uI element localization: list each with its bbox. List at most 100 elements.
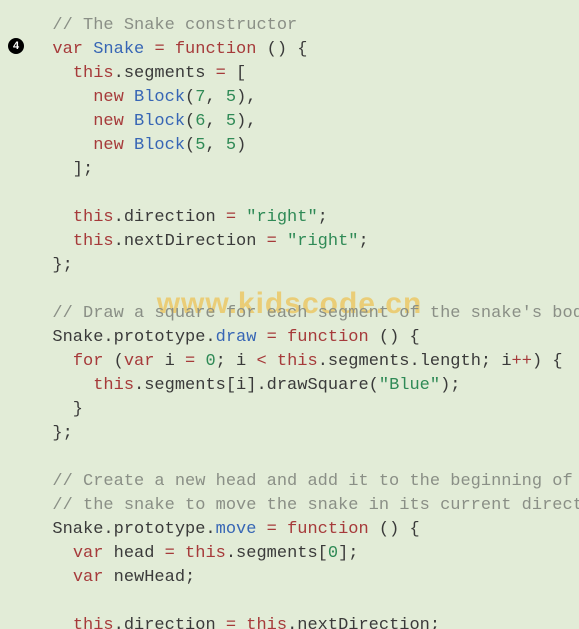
token-punct: ;	[318, 208, 328, 227]
token-punct: };	[32, 424, 73, 443]
token-ident	[267, 352, 277, 371]
token-ident	[124, 136, 134, 155]
token-num: 5	[226, 136, 236, 155]
token-ident	[32, 376, 93, 395]
token-ident	[277, 520, 287, 539]
token-type: Snake	[93, 40, 144, 59]
token-punct: }	[32, 400, 83, 419]
token-ident: .segments.length; i	[318, 352, 512, 371]
token-ident	[165, 40, 175, 59]
token-punct: ),	[236, 112, 256, 131]
token-kw: this	[246, 616, 287, 629]
token-ident: ; i	[216, 352, 257, 371]
token-num: 5	[226, 88, 236, 107]
token-str: "right"	[246, 208, 317, 227]
token-ident: .nextDirection;	[287, 616, 440, 629]
token-punct: (	[185, 112, 195, 131]
code-line: this.nextDirection = "right";	[32, 230, 579, 254]
token-ident	[236, 616, 246, 629]
token-ident	[32, 232, 73, 251]
token-ident	[256, 328, 266, 347]
token-op: =	[267, 520, 277, 539]
token-kw: for	[73, 352, 104, 371]
token-op: =	[267, 328, 277, 347]
token-punct: ;	[358, 232, 368, 251]
token-ident	[32, 208, 73, 227]
token-num: 5	[226, 112, 236, 131]
code-block: // The Snake constructor var Snake = fun…	[32, 14, 579, 629]
code-line: var head = this.segments[0];	[32, 542, 579, 566]
token-str: "right"	[287, 232, 358, 251]
code-line: // The Snake constructor	[32, 14, 579, 38]
token-kw: this	[73, 64, 114, 83]
token-punct: ) {	[532, 352, 563, 371]
token-punct: ,	[205, 112, 225, 131]
annotation-bullet-4: 4	[8, 38, 24, 54]
token-ident	[32, 304, 52, 323]
token-kw: this	[93, 376, 134, 395]
token-punct: ];	[32, 160, 93, 179]
token-op: =	[226, 208, 236, 227]
token-ident	[32, 136, 93, 155]
token-ident	[32, 496, 52, 515]
code-line: for (var i = 0; i < this.segments.length…	[32, 350, 579, 374]
token-num: 7	[195, 88, 205, 107]
token-ident	[32, 16, 52, 35]
token-ident	[277, 232, 287, 251]
token-ident: .segments[	[226, 544, 328, 563]
token-op: =	[165, 544, 175, 563]
token-func: Block	[134, 88, 185, 107]
code-line	[32, 182, 579, 206]
token-kw: function	[287, 328, 369, 347]
token-kw: new	[93, 88, 124, 107]
code-line: };	[32, 254, 579, 278]
token-punct: (	[103, 352, 123, 371]
token-ident	[32, 64, 73, 83]
token-ident: i	[154, 352, 185, 371]
token-func: draw	[216, 328, 257, 347]
token-punct: [	[226, 64, 246, 83]
token-ident	[277, 328, 287, 347]
code-line: // Draw a square for each segment of the…	[32, 302, 579, 326]
token-op: =	[216, 64, 226, 83]
code-line: Snake.prototype.move = function () {	[32, 518, 579, 542]
token-punct: ,	[205, 88, 225, 107]
code-line: // Create a new head and add it to the b…	[32, 470, 579, 494]
code-line: var newHead;	[32, 566, 579, 590]
token-kw: var	[124, 352, 155, 371]
token-num: 6	[195, 112, 205, 131]
code-line: ];	[32, 158, 579, 182]
token-ident: .segments[i].drawSquare(	[134, 376, 379, 395]
token-kw: var	[73, 568, 104, 587]
code-line: this.direction = this.nextDirection;	[32, 614, 579, 629]
code-line: // the snake to move the snake in its cu…	[32, 494, 579, 518]
token-ident	[32, 112, 93, 131]
token-ident: .direction	[114, 616, 226, 629]
token-kw: function	[287, 520, 369, 539]
token-ident	[32, 472, 52, 491]
token-punct: };	[32, 256, 73, 275]
token-kw: new	[93, 136, 124, 155]
token-kw: new	[93, 112, 124, 131]
token-comment: // The Snake constructor	[52, 16, 297, 35]
token-ident	[32, 544, 73, 563]
token-ident: Snake.prototype.	[32, 520, 216, 539]
code-line: var Snake = function () {	[32, 38, 579, 62]
token-func: Block	[134, 136, 185, 155]
token-op: =	[226, 616, 236, 629]
token-op: =	[185, 352, 195, 371]
token-ident	[175, 544, 185, 563]
token-comment: // the snake to move the snake in its cu…	[52, 496, 579, 515]
token-kw: function	[175, 40, 257, 59]
token-punct: (	[185, 136, 195, 155]
token-str: "Blue"	[379, 376, 440, 395]
token-ident	[236, 208, 246, 227]
token-ident	[124, 112, 134, 131]
token-op: =	[267, 232, 277, 251]
token-ident	[124, 88, 134, 107]
token-ident	[32, 88, 93, 107]
token-kw: var	[73, 544, 104, 563]
code-line: }	[32, 398, 579, 422]
token-num: 5	[195, 136, 205, 155]
token-op: <	[256, 352, 266, 371]
